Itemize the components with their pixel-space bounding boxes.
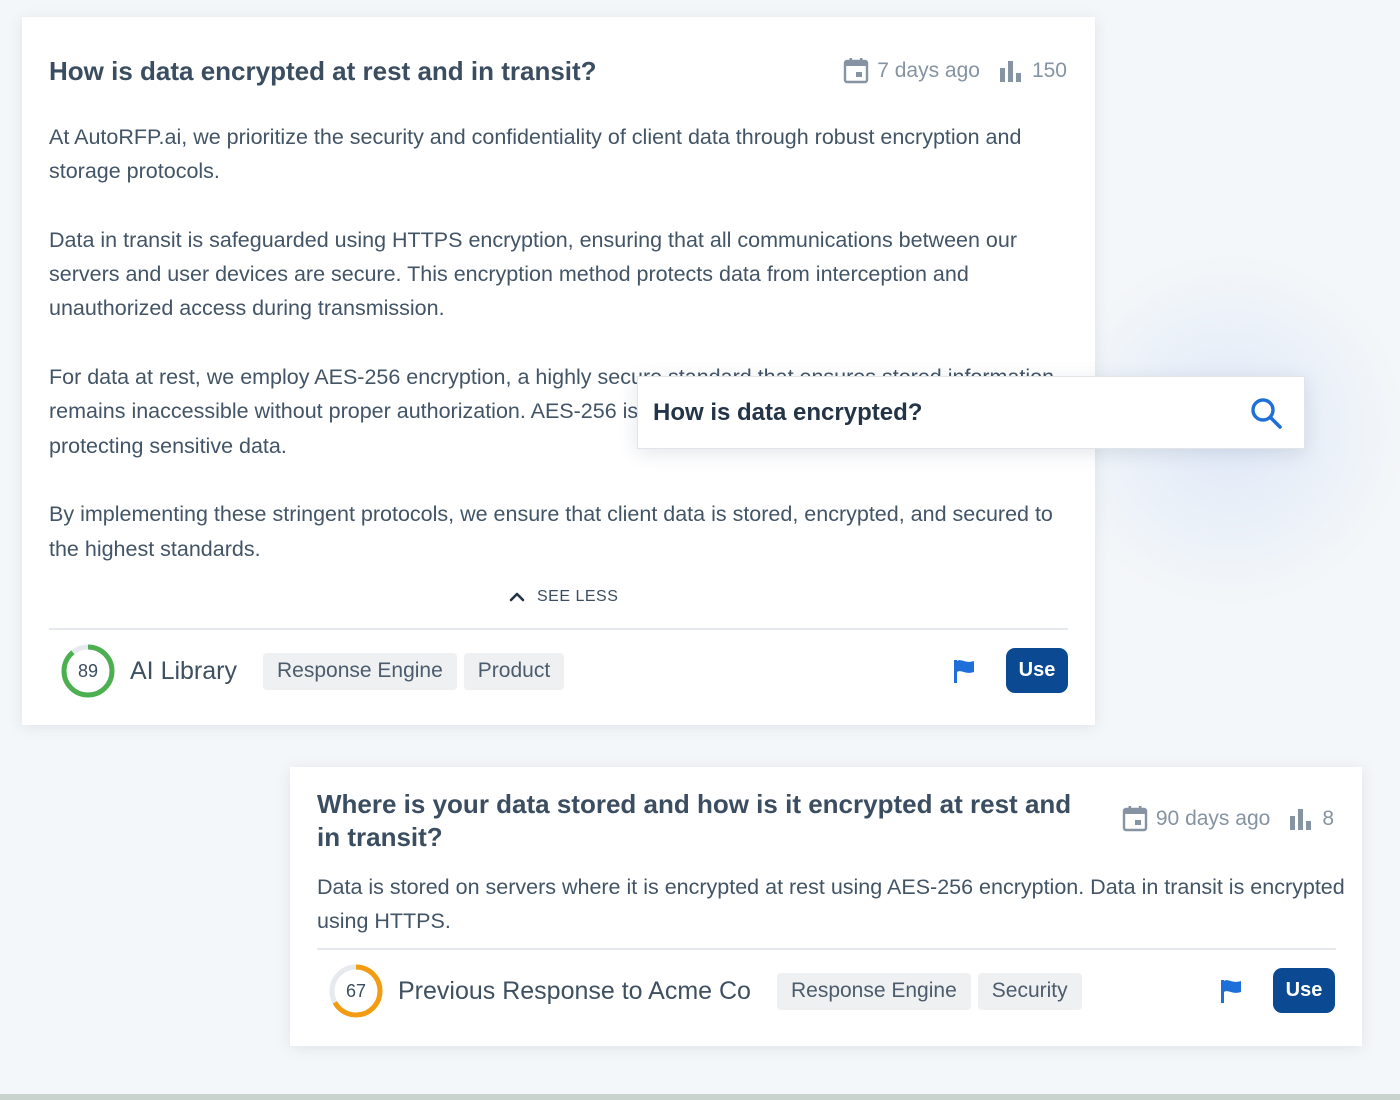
usage-count: 150 [1031, 58, 1067, 82]
bar-chart-icon [999, 60, 1021, 82]
see-less-label: SEE LESS [537, 588, 619, 605]
result-card-1: How is data encrypted at rest and in tra… [22, 17, 1095, 725]
result-actions: Use [952, 648, 1068, 693]
result-answer: At AutoRFP.ai, we prioritize the securit… [49, 120, 1079, 566]
result-title: How is data encrypted at rest and in tra… [49, 56, 597, 86]
confidence-score-ring: 89 [60, 643, 116, 699]
tag-chip[interactable]: Response Engine [262, 652, 457, 690]
bottom-border [0, 1094, 1400, 1100]
flag-icon [954, 659, 974, 683]
tag-chip[interactable]: Product [463, 652, 565, 690]
answer-paragraph: By implementing these stringent protocol… [49, 502, 1053, 561]
flag-button[interactable] [952, 658, 976, 684]
confidence-score-ring: 67 [328, 963, 384, 1019]
result-actions: Use [1219, 968, 1335, 1013]
flag-button[interactable] [1219, 978, 1243, 1004]
answer-paragraph: Data in transit is safeguarded using HTT… [49, 227, 1018, 321]
confidence-score: 89 [77, 660, 99, 681]
answer-paragraph: Data is stored on servers where it is en… [317, 875, 1345, 934]
search-box[interactable]: How is data encrypted? [637, 376, 1305, 449]
bar-chart-icon [1290, 808, 1312, 830]
calendar-icon [1122, 806, 1148, 832]
result-footer: 89 AI Library Response Engine Product [60, 643, 571, 699]
result-answer: Data is stored on servers where it is en… [317, 870, 1347, 939]
result-title: Where is your data stored and how is it … [317, 789, 1072, 852]
divider [49, 628, 1068, 630]
tag-chip[interactable]: Security [977, 972, 1082, 1010]
source-label: Previous Response to Acme Co [398, 976, 751, 1005]
search-query[interactable]: How is data encrypted? [653, 399, 922, 427]
usage-count: 8 [1322, 806, 1334, 830]
search-icon[interactable] [1248, 395, 1284, 431]
confidence-score: 67 [345, 980, 367, 1001]
result-meta: 7 days ago 150 [843, 57, 1067, 84]
divider [317, 948, 1336, 950]
use-button[interactable]: Use [1273, 968, 1335, 1013]
use-button[interactable]: Use [1006, 648, 1068, 693]
result-meta: 90 days ago 8 [1122, 805, 1334, 832]
flag-icon [1221, 979, 1241, 1003]
calendar-icon [844, 58, 869, 84]
result-card-2: Where is your data stored and how is it … [290, 767, 1362, 1046]
result-footer: 67 Previous Response to Acme Co Response… [328, 963, 1089, 1019]
see-less-toggle[interactable]: SEE LESS [507, 587, 618, 607]
result-age: 90 days ago [1155, 806, 1271, 830]
chevron-up-icon [509, 592, 525, 602]
answer-paragraph: At AutoRFP.ai, we prioritize the securit… [49, 125, 1022, 184]
tag-chip[interactable]: Response Engine [776, 972, 971, 1010]
result-age: 7 days ago [877, 58, 980, 82]
source-label: AI Library [130, 656, 237, 685]
